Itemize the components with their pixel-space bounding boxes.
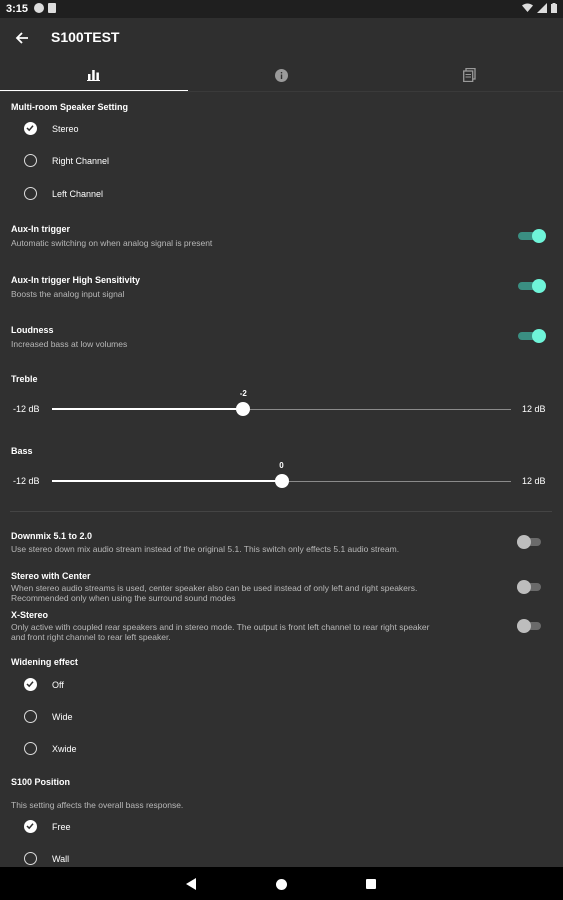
check-icon [26,681,34,688]
radio-widening-off[interactable] [24,678,37,691]
bass-value-label: 0 [279,461,284,470]
x-stereo-title: X-Stereo [11,610,49,620]
tab-equalizer[interactable] [0,58,188,92]
downmix-title: Downmix 5.1 to 2.0 [11,531,93,541]
triangle-back-icon [185,878,196,890]
radio-position-wall[interactable] [24,852,37,865]
radio-right-channel[interactable] [24,154,37,167]
position-subtitle: This setting affects the overall bass re… [11,800,184,810]
signal-icon [537,3,547,13]
bar-chart-icon [87,70,101,81]
arrow-back-icon [15,32,28,44]
info-icon [275,68,288,82]
radio-widening-wide[interactable] [24,710,37,723]
check-icon [26,125,34,132]
sim-icon [48,3,56,13]
x-stereo-switch[interactable] [517,619,545,633]
aux-sensitivity-title: Aux-In trigger High Sensitivity [11,275,141,285]
stereo-center-subtitle-1: When stereo audio streams is used, cente… [11,583,418,593]
radio-widening-xwide[interactable] [24,742,37,755]
slider-thumb[interactable] [274,474,289,488]
switch-thumb [532,329,546,343]
radio-widening-off-label: Off [52,680,64,690]
page-title: S100TEST [51,29,120,45]
radio-position-free[interactable] [24,820,37,833]
system-nav-bar [0,867,563,900]
stereo-center-switch[interactable] [517,580,545,594]
status-time: 3:15 [6,3,29,15]
tab-bar [0,58,563,92]
widening-title: Widening effect [11,657,78,667]
check-icon [26,823,34,830]
stereo-center-subtitle-2: Recommended only when using the surround… [11,593,236,603]
aux-sensitivity-switch[interactable] [518,279,546,293]
switch-thumb [517,580,531,594]
tab-info[interactable] [188,58,376,92]
bass-min-label: -12 dB [13,476,40,486]
bass-slider[interactable]: 0 [52,461,511,489]
aux-trigger-switch[interactable] [518,229,546,243]
radio-position-free-label: Free [52,822,71,832]
radio-right-channel-label: Right Channel [52,156,110,166]
switch-thumb [532,279,546,293]
app-bar: S100TEST [0,18,563,58]
radio-widening-xwide-label: Xwide [52,744,77,754]
x-stereo-subtitle-2: and front right channel to rear left spe… [11,632,171,642]
app-notification-icon [34,3,44,13]
wifi-icon [522,3,533,12]
treble-slider[interactable]: -2 [52,389,511,417]
documents-icon [462,68,476,82]
radio-left-channel-label: Left Channel [52,189,104,199]
loudness-subtitle: Increased bass at low volumes [11,339,128,349]
aux-trigger-title: Aux-In trigger [11,224,71,234]
switch-thumb [517,619,531,633]
downmix-subtitle: Use stereo down mix audio stream instead… [11,544,400,554]
slider-fill [52,480,282,482]
stereo-center-title: Stereo with Center [11,571,91,581]
radio-position-wall-label: Wall [52,854,70,864]
status-bar: 3:15 [0,0,563,18]
x-stereo-subtitle-1: Only active with coupled rear speakers a… [11,622,430,632]
switch-thumb [517,535,531,549]
section-divider [10,511,552,512]
radio-stereo[interactable] [24,122,37,135]
slider-fill [52,408,244,410]
treble-min-label: -12 dB [13,404,40,414]
circle-home-icon [275,878,287,890]
nav-home-button[interactable] [273,876,289,892]
back-button[interactable] [10,26,34,50]
downmix-switch[interactable] [517,535,545,549]
tab-documents[interactable] [375,58,563,92]
radio-widening-wide-label: Wide [52,712,73,722]
aux-sensitivity-subtitle: Boosts the analog input signal [11,289,125,299]
loudness-title: Loudness [11,325,54,335]
multiroom-title: Multi-room Speaker Setting [11,102,129,112]
bass-max-label: 12 dB [522,476,546,486]
radio-left-channel[interactable] [24,187,37,200]
aux-trigger-subtitle: Automatic switching on when analog signa… [11,238,213,248]
switch-thumb [532,229,546,243]
bass-title: Bass [11,446,33,456]
settings-content[interactable]: Multi-room Speaker Setting Stereo Right … [0,92,563,867]
treble-title: Treble [11,374,38,384]
slider-thumb[interactable] [236,402,251,416]
notification-icons [34,3,56,13]
treble-value-label: -2 [239,389,247,398]
battery-icon [551,3,557,13]
square-recents-icon [366,879,376,889]
nav-back-button[interactable] [183,876,199,892]
treble-max-label: 12 dB [522,404,546,414]
nav-recents-button[interactable] [363,876,379,892]
system-icons [522,3,557,13]
loudness-switch[interactable] [518,329,546,343]
position-title: S100 Position [11,777,71,787]
radio-stereo-label: Stereo [52,124,79,134]
